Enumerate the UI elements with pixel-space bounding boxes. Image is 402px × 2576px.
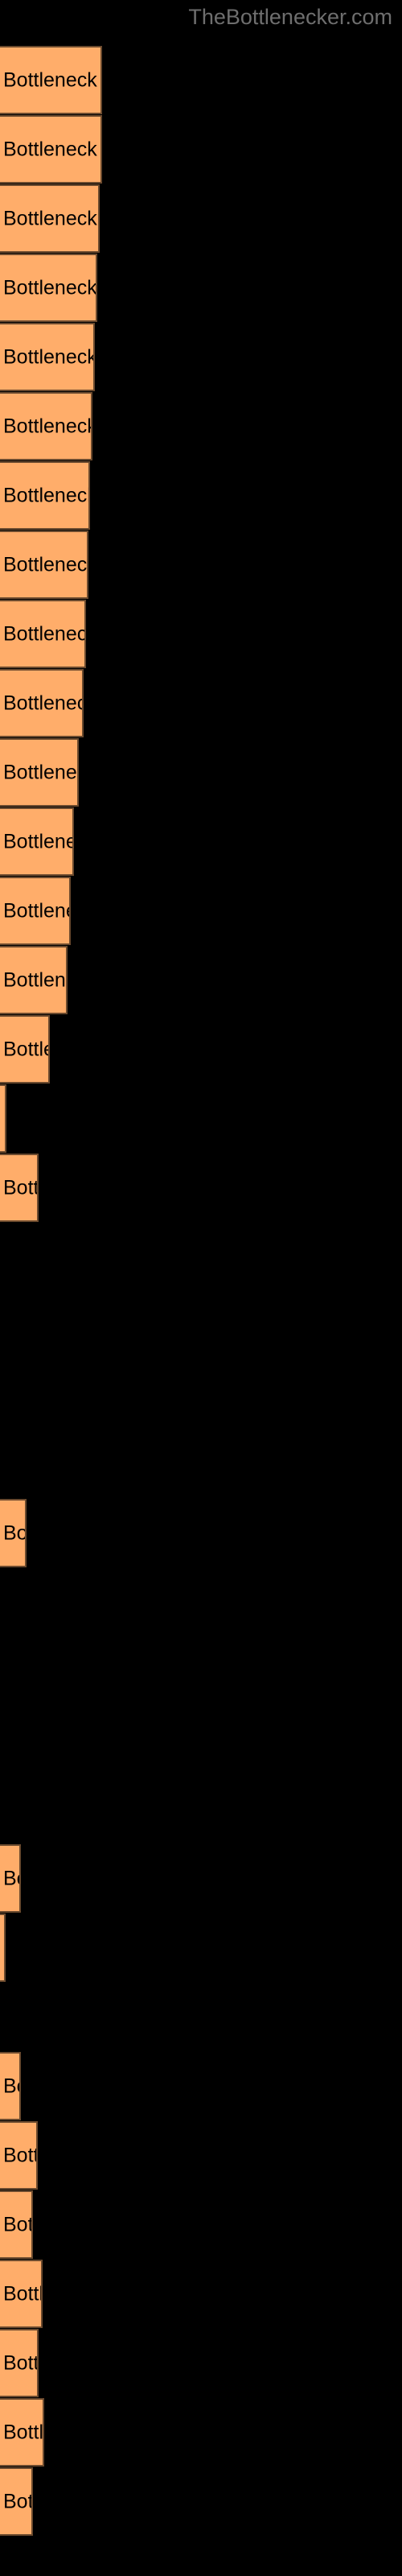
bar-label: Bottleneck result	[3, 1938, 4, 1958]
bar-row: Bottleneck result	[0, 669, 402, 737]
bar-label: Bottleneck result	[3, 1521, 27, 1544]
bar-label: Bottleneck result	[3, 968, 66, 991]
bar-1[interactable]: Bottleneck result	[0, 46, 102, 114]
bar-label: Bottleneck result	[3, 2213, 33, 2235]
bar-row: Bottleneck result	[0, 530, 402, 599]
bar-row: Bottleneck result	[0, 1913, 402, 1982]
bar-20[interactable]: Bottleneck result	[0, 1913, 6, 1982]
bar-label: Bottleneck result	[3, 415, 92, 437]
bar-4[interactable]: Bottleneck result	[0, 254, 97, 322]
bar-27[interactable]: Bottleneck result	[0, 2467, 33, 2536]
bar-25[interactable]: Bottleneck result	[0, 2329, 39, 2397]
bar-label: Bottleneck result	[3, 761, 77, 783]
bar-7[interactable]: Bottleneck result	[0, 461, 90, 530]
bar-row: Bottleneck result	[0, 1844, 402, 1913]
bar-row: Bottleneck result	[0, 2398, 402, 2467]
bar-row: Bottleneck result	[0, 2052, 402, 2120]
bar-row: Bottleneck result	[0, 1084, 402, 1153]
bar-row: Bottleneck result	[0, 323, 402, 391]
bar-label: Bottleneck result	[3, 68, 100, 91]
bar-12[interactable]: Bottleneck result	[0, 807, 74, 876]
bar-row: Bottleneck result	[0, 1499, 402, 1567]
bar-21[interactable]: Bottleneck result	[0, 2052, 21, 2120]
bar-row: Bottleneck result	[0, 738, 402, 807]
bar-row: Bottleneck result	[0, 254, 402, 322]
bar-row: Bottleneck result	[0, 46, 402, 114]
bar-label: Bottleneck result	[3, 1867, 19, 1889]
bar-row: Bottleneck result	[0, 2329, 402, 2397]
bar-14[interactable]: Bottleneck result	[0, 946, 68, 1014]
bar-15[interactable]: Bottleneck result	[0, 1015, 50, 1084]
bar-5[interactable]: Bottleneck result	[0, 323, 95, 391]
bar-label: Bottleneck result	[3, 553, 88, 576]
bar-24[interactable]: Bottleneck result	[0, 2260, 43, 2328]
bar-label: Bottleneck result	[3, 899, 69, 922]
bar-label: Bottleneck result	[3, 830, 72, 852]
bar-row: Bottleneck result	[0, 946, 402, 1014]
bar-10[interactable]: Bottleneck result	[0, 669, 84, 737]
bar-11[interactable]: Bottleneck result	[0, 738, 79, 807]
bar-8[interactable]: Bottleneck result	[0, 530, 88, 599]
bar-row: Bottleneck result	[0, 392, 402, 460]
bar-label: Bottleneck result	[3, 2144, 36, 2166]
bar-2[interactable]: Bottleneck result	[0, 115, 102, 184]
bar-26[interactable]: Bottleneck result	[0, 2398, 44, 2467]
bar-row: Bottleneck result	[0, 2467, 402, 2536]
bar-16[interactable]: Bottleneck result	[0, 1084, 6, 1153]
bar-label: Bottleneck result	[3, 691, 82, 714]
bar-row: Bottleneck result	[0, 877, 402, 945]
bar-chart-canvas: TheBottlenecker.com Bottleneck resultBot…	[0, 0, 402, 2576]
bar-label: Bottleneck result	[3, 1038, 48, 1060]
bar-label: Bottleneck result	[3, 345, 95, 368]
bar-label: Bottleneck result	[3, 2074, 19, 2097]
bar-row: Bottleneck result	[0, 2260, 402, 2328]
bar-row: Bottleneck result	[0, 807, 402, 876]
bar-row: Bottleneck result	[0, 2190, 402, 2259]
bar-label: Bottleneck result	[3, 484, 90, 506]
bar-13[interactable]: Bottleneck result	[0, 877, 71, 945]
bar-label: Bottleneck result	[3, 2351, 39, 2374]
bar-label: Bottleneck result	[3, 2490, 33, 2512]
bar-row: Bottleneck result	[0, 184, 402, 253]
bar-label: Bottleneck result	[3, 1176, 39, 1199]
bar-18[interactable]: Bottleneck result	[0, 1499, 27, 1567]
bar-label: Bottleneck result	[3, 207, 98, 229]
bar-6[interactable]: Bottleneck result	[0, 392, 92, 460]
bar-row: Bottleneck result	[0, 461, 402, 530]
bar-label: Bottleneck result	[3, 138, 100, 160]
bar-23[interactable]: Bottleneck result	[0, 2190, 33, 2259]
bar-22[interactable]: Bottleneck result	[0, 2121, 38, 2190]
bar-label: Bottleneck result	[3, 276, 97, 299]
bar-17[interactable]: Bottleneck result	[0, 1154, 39, 1222]
bar-label: Bottleneck result	[3, 2421, 44, 2443]
bar-3[interactable]: Bottleneck result	[0, 184, 100, 253]
bar-row: Bottleneck result	[0, 115, 402, 184]
bar-row: Bottleneck result	[0, 1015, 402, 1084]
bar-19[interactable]: Bottleneck result	[0, 1844, 21, 1913]
bar-label: Bottleneck result	[3, 1108, 5, 1129]
bar-row: Bottleneck result	[0, 1154, 402, 1222]
bar-row: Bottleneck result	[0, 2121, 402, 2190]
bar-label: Bottleneck result	[3, 622, 86, 645]
bar-9[interactable]: Bottleneck result	[0, 600, 86, 668]
bar-label: Bottleneck result	[3, 2282, 43, 2305]
bars-container: Bottleneck result Bottleneck result Bottle…	[0, 0, 402, 2576]
bar-row: Bottleneck result	[0, 600, 402, 668]
